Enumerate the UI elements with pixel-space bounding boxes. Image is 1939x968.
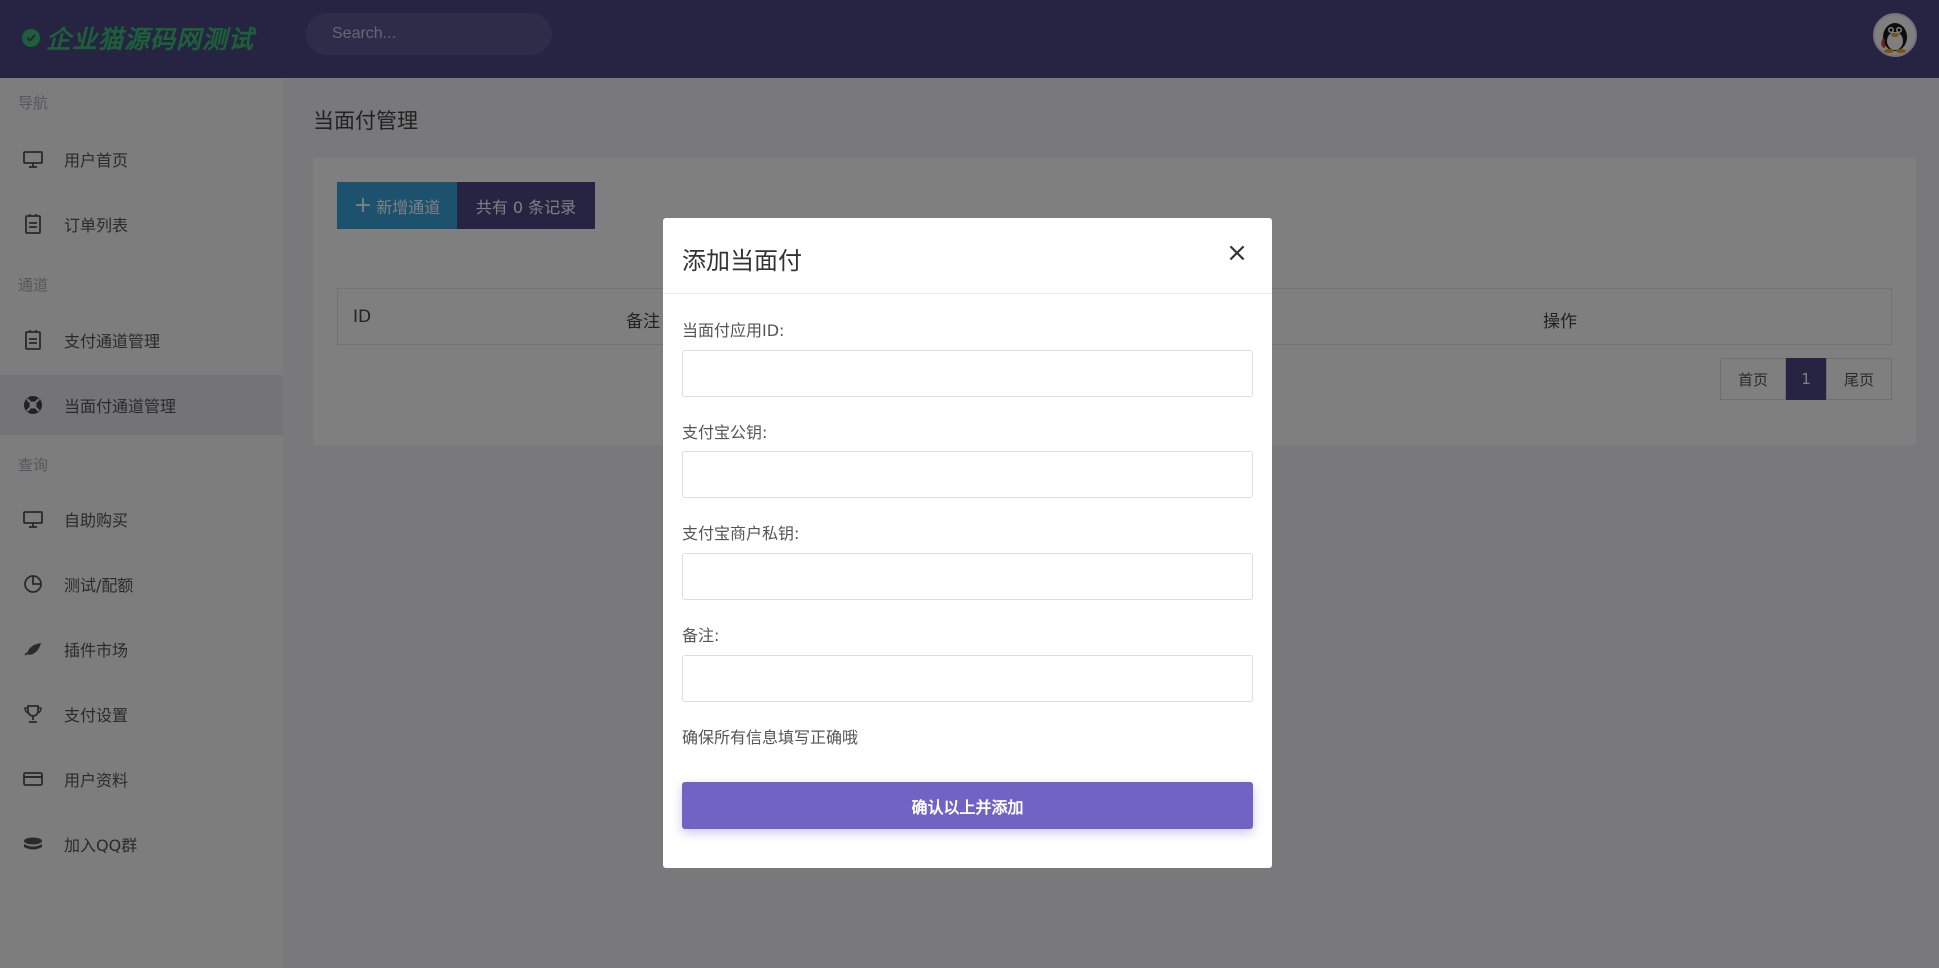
dialog-header: 添加当面付 × bbox=[663, 218, 1272, 294]
merchant-private-key-input[interactable] bbox=[682, 553, 1253, 600]
add-facepay-dialog: 添加当面付 × 当面付应用ID: 支付宝公钥: 支付宝商户私钥: 备注: 确保所… bbox=[663, 218, 1272, 868]
remark-label: 备注: bbox=[682, 626, 720, 645]
remark-input[interactable] bbox=[682, 655, 1253, 702]
app-id-label: 当面付应用ID: bbox=[682, 321, 785, 340]
form-hint: 确保所有信息填写正确哦 bbox=[682, 728, 859, 747]
merchant-private-key-label: 支付宝商户私钥: bbox=[682, 524, 800, 543]
dialog-title: 添加当面付 bbox=[682, 247, 802, 275]
confirm-add-button[interactable]: 确认以上并添加 bbox=[682, 782, 1253, 829]
close-icon[interactable]: × bbox=[1222, 238, 1252, 268]
alipay-public-key-input[interactable] bbox=[682, 451, 1253, 498]
app-id-input[interactable] bbox=[682, 350, 1253, 397]
alipay-public-key-label: 支付宝公钥: bbox=[682, 423, 768, 442]
